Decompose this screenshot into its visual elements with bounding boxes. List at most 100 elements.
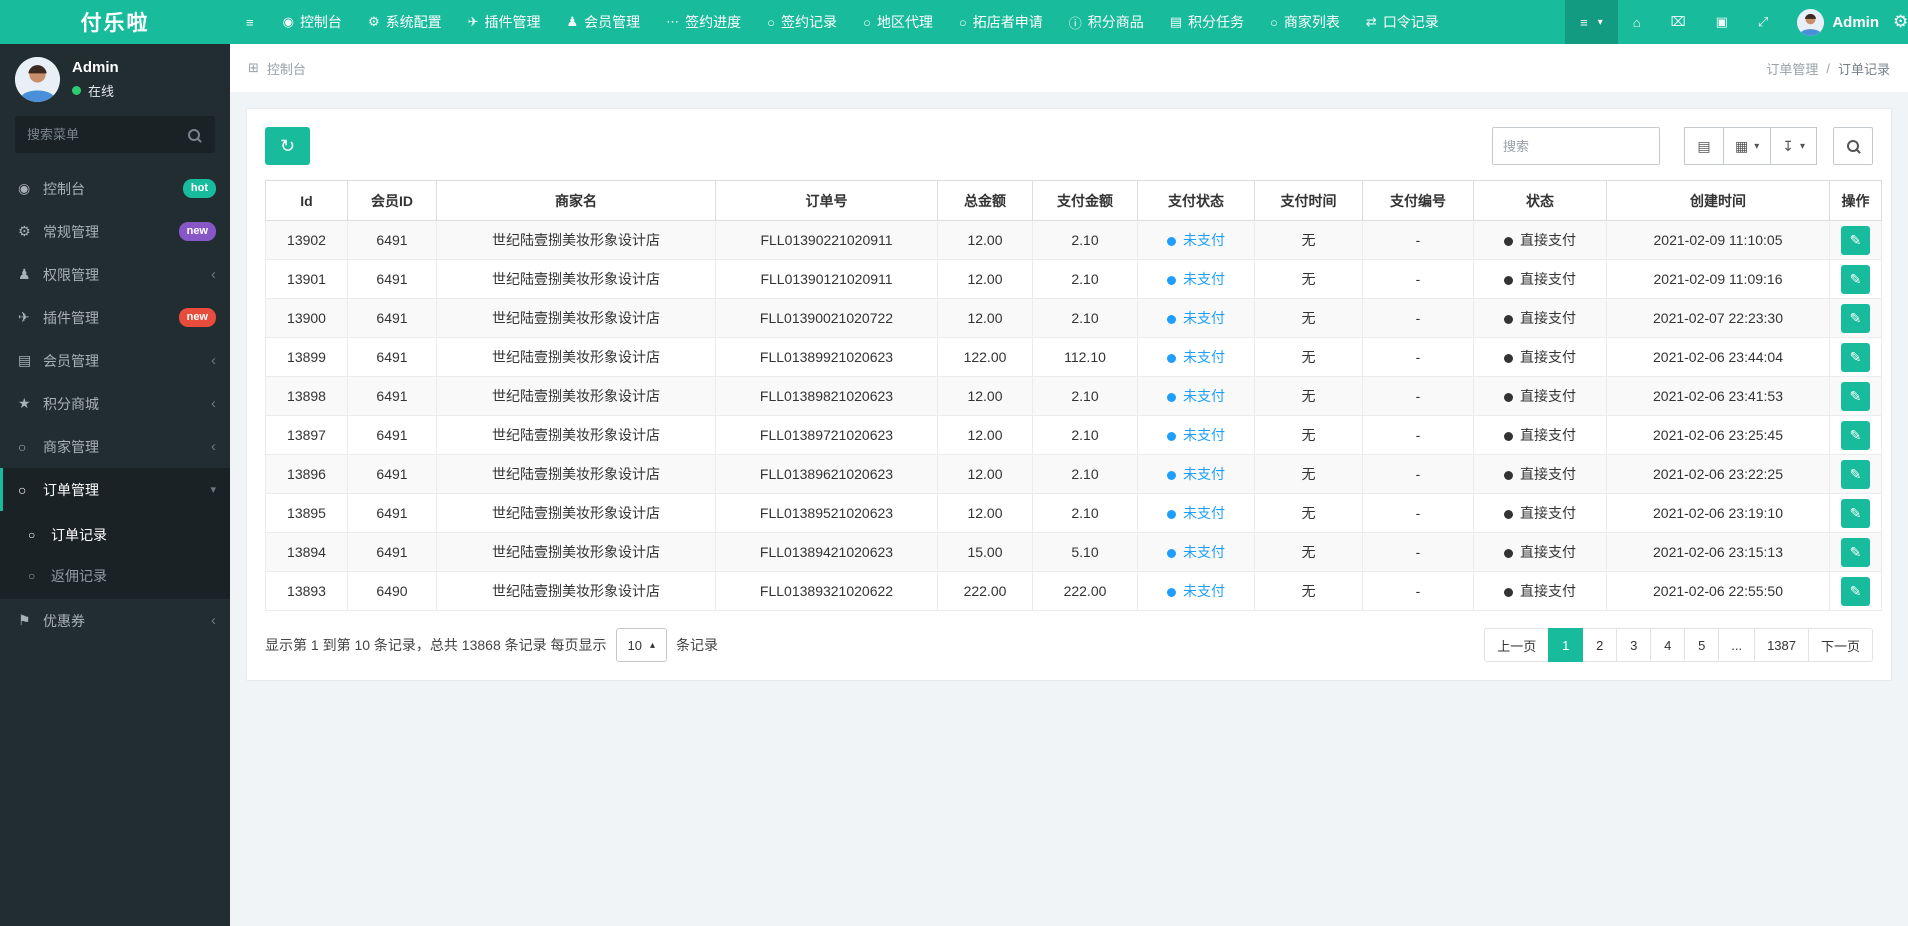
fullscreen-button[interactable]: ⤢ xyxy=(1743,0,1783,44)
status-dot-icon xyxy=(1504,314,1513,324)
edit-button[interactable]: ✎ xyxy=(1841,342,1870,372)
column-header[interactable]: 支付时间 xyxy=(1254,180,1363,221)
cell-status: 直接支付 xyxy=(1473,571,1607,611)
sidebar-item-auth-manage[interactable]: ♟ 权限管理 ‹ xyxy=(0,253,230,296)
edit-button[interactable]: ✎ xyxy=(1841,264,1870,294)
page-button-4[interactable]: 4 xyxy=(1650,628,1686,662)
status-dot-icon xyxy=(1504,236,1513,246)
edit-button[interactable]: ✎ xyxy=(1841,498,1870,528)
home-button[interactable]: ⌂ xyxy=(1618,0,1656,44)
search-button[interactable] xyxy=(1833,127,1873,165)
column-header[interactable]: 支付金额 xyxy=(1032,180,1138,221)
prev-page-button[interactable]: 上一页 xyxy=(1484,628,1550,662)
column-header[interactable]: 操作 xyxy=(1829,180,1882,221)
sidebar-item-order-manage[interactable]: ○ 订单管理 ▾ xyxy=(0,468,230,511)
sidebar-item-console[interactable]: ◉ 控制台 hot xyxy=(0,167,230,210)
gear-icon[interactable]: ⚙ xyxy=(1893,0,1908,44)
sidebar-toggle-button[interactable]: ≡ xyxy=(230,0,270,44)
table-search-input[interactable] xyxy=(1491,127,1660,165)
topnav-item-region-agent[interactable]: ○ 地区代理 xyxy=(850,0,946,44)
order-status: 直接支付 xyxy=(1504,544,1576,560)
column-header[interactable]: 创建时间 xyxy=(1606,180,1830,221)
page-button-5[interactable]: 5 xyxy=(1684,628,1720,662)
cell-status: 直接支付 xyxy=(1473,298,1607,338)
edit-button[interactable]: ✎ xyxy=(1841,303,1870,333)
cell-pay-no: - xyxy=(1362,376,1474,416)
style-switch-button[interactable]: ≡ ▾ xyxy=(1565,0,1618,44)
cell-paid: 5.10 xyxy=(1032,532,1138,572)
topnav-item-console[interactable]: ◉ 控制台 xyxy=(270,0,355,44)
edit-button[interactable]: ✎ xyxy=(1841,381,1870,411)
column-header[interactable]: 支付编号 xyxy=(1362,180,1474,221)
edit-button[interactable]: ✎ xyxy=(1841,225,1870,255)
avatar xyxy=(1797,8,1825,36)
chevron-left-icon: ‹ xyxy=(211,612,216,629)
topnav-item-merchant-list[interactable]: ○ 商家列表 xyxy=(1257,0,1353,44)
topnav-item-label: 插件管理 xyxy=(484,14,541,30)
pay-status: 未支付 xyxy=(1167,427,1225,443)
sidebar-item-merchant-manage[interactable]: ○ 商家管理 ‹ xyxy=(0,425,230,468)
sidebar-item-member-manage[interactable]: ▤ 会员管理 ‹ xyxy=(0,339,230,382)
page-button-3[interactable]: 3 xyxy=(1616,628,1652,662)
shop-button[interactable]: ▣ xyxy=(1701,0,1743,44)
topnav-item-system-config[interactable]: ⚙ 系统配置 xyxy=(355,0,455,44)
page-ellipsis[interactable]: ... xyxy=(1718,628,1756,662)
page-button-1387[interactable]: 1387 xyxy=(1754,628,1809,662)
column-header[interactable]: 会员ID xyxy=(347,180,437,221)
column-header[interactable]: Id xyxy=(265,180,348,221)
column-header[interactable]: 总金额 xyxy=(937,180,1033,221)
topnav-item-store-apply[interactable]: ○ 拓店者申请 xyxy=(946,0,1056,44)
sidebar-item-general-manage[interactable]: ⚙ 常规管理 new xyxy=(0,210,230,253)
topnav-item-points-goods[interactable]: ⓘ 积分商品 xyxy=(1056,0,1157,44)
topnav-item-member-manage[interactable]: ♟ 会员管理 xyxy=(554,0,654,44)
paging-switch-button[interactable]: ▤ xyxy=(1683,127,1724,165)
export-button[interactable]: ↧ ▾ xyxy=(1770,127,1817,165)
users-icon: ♟ xyxy=(18,266,31,282)
topnav-item-label: 口令记录 xyxy=(1382,14,1439,30)
next-page-button[interactable]: 下一页 xyxy=(1807,628,1873,662)
refresh-button[interactable]: ↻ xyxy=(265,127,310,165)
page-button-2[interactable]: 2 xyxy=(1582,628,1618,662)
column-header[interactable]: 商家名 xyxy=(436,180,716,221)
cell-paid: 2.10 xyxy=(1032,259,1138,299)
cell-actions: ✎ xyxy=(1829,259,1882,299)
sidebar-item-order-records[interactable]: ○ 订单记录 xyxy=(0,514,230,555)
cell-total: 12.00 xyxy=(937,493,1033,533)
page-size-dropdown[interactable]: 10 ▴ xyxy=(615,628,668,662)
cell-member-id: 6491 xyxy=(347,493,437,533)
plane-icon: ✈ xyxy=(467,14,479,29)
sidebar-item-rebate-records[interactable]: ○ 返佣记录 xyxy=(0,555,230,596)
columns-button[interactable]: ▦ ▾ xyxy=(1722,127,1772,165)
flag-icon: ⚑ xyxy=(18,612,31,628)
sidebar-item-points-mall[interactable]: ★ 积分商城 ‹ xyxy=(0,382,230,425)
toolbar-right: ▤ ▦▾ ↧▾ xyxy=(1491,127,1873,165)
table-footer: 显示第 1 到第 10 条记录，总共 13868 条记录 每页显示 10 ▴ 条… xyxy=(265,628,1873,662)
sidebar: Admin 在线 ◉ 控制台 hot ⚙ 常规管理 new ♟ 权限管理 ‹ ✈ 插件管理 new ▤ 会… xyxy=(0,44,230,926)
topnav-item-points-tasks[interactable]: ▤ 积分任务 xyxy=(1157,0,1257,44)
topnav-item-sign-progress[interactable]: ⋯ 签约进度 xyxy=(653,0,754,44)
sidebar-submenu: ○ 订单记录 ○ 返佣记录 xyxy=(0,511,230,599)
clear-cache-button[interactable]: ⌧ xyxy=(1656,0,1701,44)
column-header[interactable]: 订单号 xyxy=(715,180,938,221)
topnav-user[interactable]: Admin xyxy=(1783,0,1893,44)
cell-paid: 222.00 xyxy=(1032,571,1138,611)
cell-id: 13899 xyxy=(265,337,348,377)
edit-button[interactable]: ✎ xyxy=(1841,420,1870,450)
column-header[interactable]: 状态 xyxy=(1473,180,1607,221)
edit-button[interactable]: ✎ xyxy=(1841,537,1870,567)
topnav-item-sign-records[interactable]: ○ 签约记录 xyxy=(754,0,850,44)
edit-button[interactable]: ✎ xyxy=(1841,459,1870,489)
topnav-item-token-records[interactable]: ⇄ 口令记录 xyxy=(1353,0,1452,44)
cell-order-no: FLL01389921020623 xyxy=(715,337,938,377)
sidebar-search-input[interactable] xyxy=(15,116,215,153)
cell-pay-no: - xyxy=(1362,493,1474,533)
sidebar-item-coupon[interactable]: ⚑ 优惠券 ‹ xyxy=(0,599,230,642)
gear-icon: ⚙ xyxy=(367,14,380,29)
breadcrumb-parent[interactable]: 订单管理 xyxy=(1766,59,1818,78)
cell-merchant: 世纪陆壹捌美妆形象设计店 xyxy=(436,337,716,377)
sidebar-item-addon-manage[interactable]: ✈ 插件管理 new xyxy=(0,296,230,339)
column-header[interactable]: 支付状态 xyxy=(1137,180,1255,221)
page-button-1[interactable]: 1 xyxy=(1548,628,1584,662)
topnav-item-plugin-manage[interactable]: ✈ 插件管理 xyxy=(455,0,554,44)
edit-button[interactable]: ✎ xyxy=(1841,576,1870,606)
